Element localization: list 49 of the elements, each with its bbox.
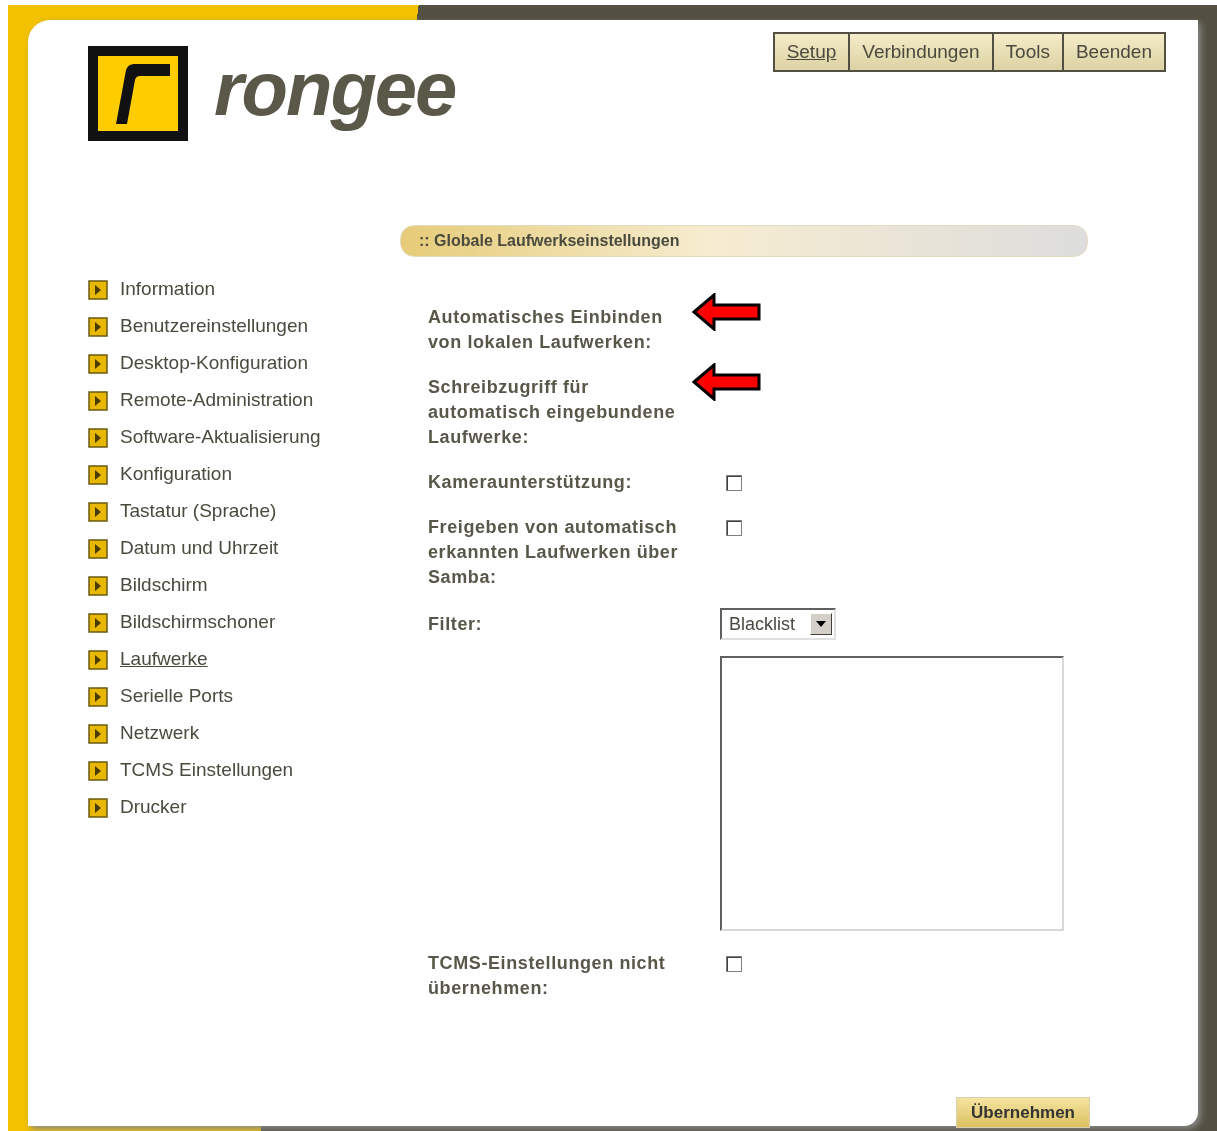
checkbox[interactable] [726,520,742,536]
checkbox[interactable] [726,956,742,972]
logo-text: rongee [214,50,456,133]
arrow-bullet-icon [88,464,108,485]
arrow-bullet-icon [88,427,108,448]
nav-tab[interactable]: Setup [774,34,849,70]
arrow-bullet-icon [88,316,108,337]
arrow-bullet-icon [88,723,108,744]
logo-icon [88,46,188,141]
apply-button[interactable]: Übernehmen [956,1097,1090,1128]
setting-label: TCMS-Einstellungen nicht übernehmen: [428,952,667,1000]
sidebar-link[interactable]: Bildschirmschoner [120,608,276,637]
sidebar-link[interactable]: Benutzereinstellungen [120,312,309,341]
arrow-bullet-icon [88,279,108,300]
arrow-bullet-icon [88,797,108,818]
setting-label: Schreibzugriff für automatisch eingebundene Laufwerke: [428,376,677,449]
sidebar-link[interactable]: Remote-Administration [120,386,314,415]
caret-icon[interactable] [810,613,832,635]
sidebar-link[interactable]: Tastatur (Sprache) [120,497,277,526]
arrow-bullet-icon [88,501,108,522]
nav-tab[interactable]: Tools [993,34,1062,70]
sidebar-link[interactable]: Laufwerke [120,645,208,674]
nav-tab[interactable]: Beenden [1063,34,1164,70]
arrow-bullet-icon [88,686,108,707]
setting-label: Filter: [428,612,484,636]
setting-label: Automatisches Einbinden von lokalen Laufwerken: [428,306,664,354]
checkbox[interactable] [726,475,742,491]
setting-label: Kameraunterstützung: [428,471,633,494]
arrow-bullet-icon [88,575,108,596]
section-header: :: Globale Laufwerkseinstellungen [400,225,1088,257]
arrow-bullet-icon [88,649,108,670]
sidebar-link[interactable]: Desktop-Konfiguration [120,349,308,378]
arrow-bullet-icon [88,612,108,633]
sidebar-link[interactable]: Datum und Uhrzeit [120,534,279,563]
sidebar-link[interactable]: Konfiguration [120,460,232,489]
arrow-bullet-icon [88,538,108,559]
sidebar-link[interactable]: Drucker [120,793,187,822]
arrow-bullet-icon [88,390,108,411]
sidebar-link[interactable]: Netzwerk [120,719,200,748]
sidebar-link[interactable]: Information [120,275,216,304]
setting-label: Freigeben von automatisch erkannten Laufwerken über Samba: [428,516,680,589]
sidebar-link[interactable]: Software-Aktualisierung [120,423,321,452]
sidebar-link[interactable]: TCMS Einstellungen [120,756,294,785]
arrow-bullet-icon [88,353,108,374]
filter-dropdown[interactable]: Blacklist [720,608,836,640]
nav-tab[interactable]: Verbindungen [850,34,992,70]
sidebar-link[interactable]: Bildschirm [120,571,208,600]
arrow-bullet-icon [88,760,108,781]
sidebar-link[interactable]: Serielle Ports [120,682,233,711]
